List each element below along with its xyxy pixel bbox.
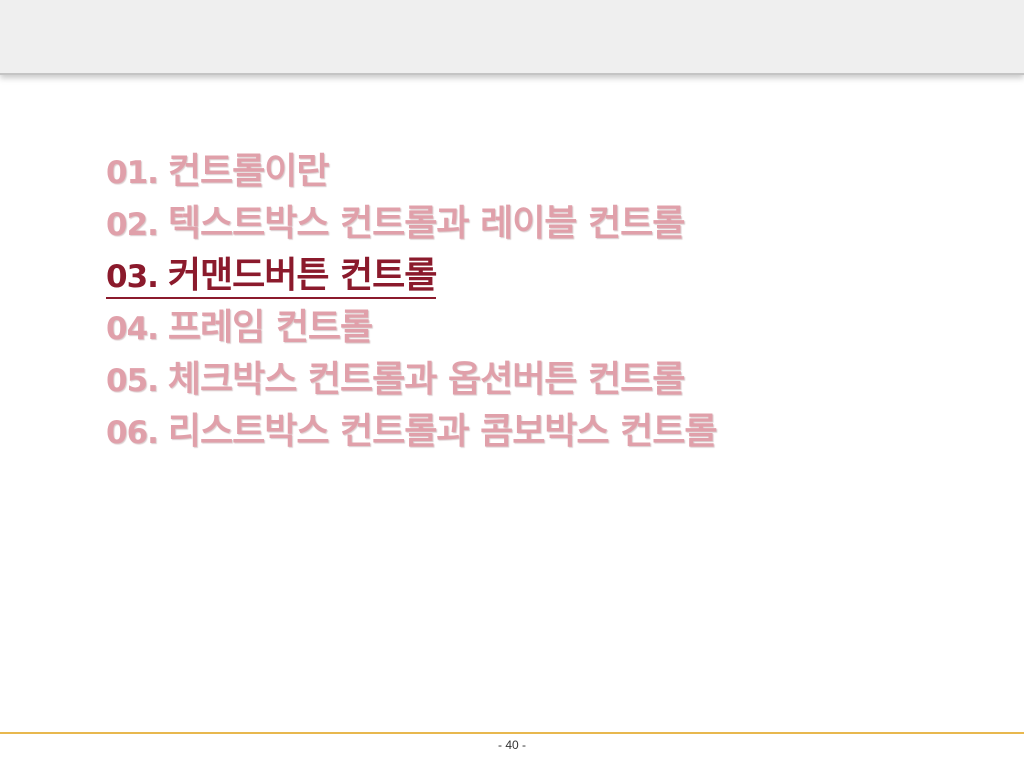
slide: 01. 컨트롤이란 02. 텍스트박스 컨트롤과 레이블 컨트롤 03. 커맨드버튼 … — [0, 0, 1024, 768]
toc-item-inner: 02. 텍스트박스 컨트롤과 레이블 컨트롤 — [106, 203, 685, 244]
toc-item-04[interactable]: 04. 프레임 컨트롤 — [106, 302, 716, 354]
toc-item-inner: 05. 체크박스 컨트롤과 옵션버튼 컨트롤 — [106, 359, 685, 400]
header-band — [0, 0, 1024, 75]
toc-item-label: 체크박스 컨트롤과 옵션버튼 컨트롤 — [167, 359, 685, 400]
toc-item-06[interactable]: 06. 리스트박스 컨트롤과 콤보박스 컨트롤 — [106, 406, 718, 458]
toc-item-number: 01. — [106, 155, 159, 191]
toc-item-number: 03. — [106, 259, 159, 295]
footer-divider — [0, 732, 1024, 734]
toc-item-label: 컨트롤이란 — [167, 151, 330, 192]
toc-item-label: 프레임 컨트롤 — [167, 307, 373, 348]
toc-item-number: 04. — [106, 311, 159, 347]
toc-item-label: 커맨드버튼 컨트롤 — [167, 255, 437, 296]
toc-item-label: 텍스트박스 컨트롤과 레이블 컨트롤 — [167, 203, 685, 244]
toc-item-inner: 06. 리스트박스 컨트롤과 콤보박스 컨트롤 — [106, 411, 718, 452]
toc-item-label: 리스트박스 컨트롤과 콤보박스 컨트롤 — [167, 411, 718, 452]
toc-item-02[interactable]: 02. 텍스트박스 컨트롤과 레이블 컨트롤 — [106, 198, 716, 250]
table-of-contents: 01. 컨트롤이란 02. 텍스트박스 컨트롤과 레이블 컨트롤 03. 커맨드버튼 … — [106, 146, 718, 458]
toc-item-number: 05. — [106, 363, 159, 399]
toc-item-inner: 04. 프레임 컨트롤 — [106, 307, 373, 348]
toc-item-number: 06. — [106, 415, 159, 451]
toc-item-05[interactable]: 05. 체크박스 컨트롤과 옵션버튼 컨트롤 — [106, 354, 716, 406]
toc-item-03-current[interactable]: 03. 커맨드버튼 컨트롤 — [106, 250, 716, 302]
toc-item-01[interactable]: 01. 컨트롤이란 — [106, 146, 716, 198]
toc-item-inner: 03. 커맨드버튼 컨트롤 — [106, 255, 437, 299]
page-number: - 40 - — [497, 738, 526, 752]
toc-item-number: 02. — [106, 207, 159, 243]
toc-item-inner: 01. 컨트롤이란 — [106, 151, 330, 192]
